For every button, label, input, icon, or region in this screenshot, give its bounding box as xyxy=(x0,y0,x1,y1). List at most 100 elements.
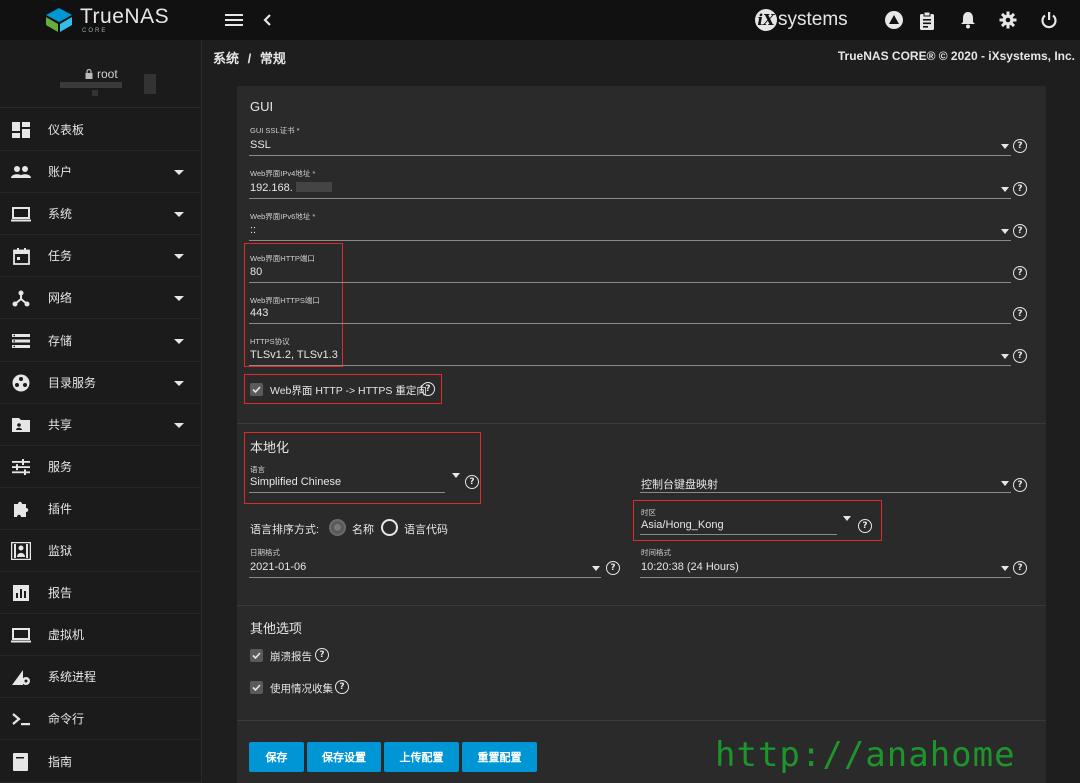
ipv4-select[interactable]: 192.168. xyxy=(250,182,293,194)
sidebar-item-6[interactable]: 存储 xyxy=(0,320,202,362)
power-icon xyxy=(1041,12,1057,29)
help-icon[interactable]: ? xyxy=(465,475,479,489)
redirect-checkbox[interactable] xyxy=(250,383,263,396)
menu-toggle-button[interactable] xyxy=(222,8,246,32)
chevron-left-icon xyxy=(263,14,271,26)
gear-icon xyxy=(999,11,1017,29)
help-icon[interactable]: ? xyxy=(1013,139,1027,153)
dashboard-icon xyxy=(11,121,31,139)
help-icon[interactable]: ? xyxy=(1013,561,1027,575)
settings-button[interactable] xyxy=(996,8,1020,32)
date-format-select[interactable]: 2021-01-06 xyxy=(250,561,306,573)
task-manager-button[interactable] xyxy=(915,8,939,32)
sidebar-item-5[interactable]: 网络 xyxy=(0,277,202,320)
ssl-cert-label: GUI SSL证书 * xyxy=(250,126,300,135)
sidebar-item-7[interactable]: 目录服务 xyxy=(0,362,202,404)
help-icon[interactable]: ? xyxy=(1013,349,1027,363)
timezone-select[interactable]: Asia/Hong_Kong xyxy=(641,519,724,531)
chevron-down-icon[interactable] xyxy=(1001,354,1009,359)
user-info[interactable]: root xyxy=(85,67,118,81)
sidebar-item-13[interactable]: 虚拟机 xyxy=(0,614,202,657)
breadcrumb-root[interactable]: 系统 xyxy=(213,51,239,66)
chevron-down-icon[interactable] xyxy=(452,473,460,478)
expand-arrow-icon[interactable] xyxy=(174,380,184,386)
language-underline xyxy=(249,492,445,493)
sidebar-item-label: 存储 xyxy=(48,333,73,348)
notifications-button[interactable] xyxy=(956,8,980,32)
expand-arrow-icon[interactable] xyxy=(174,254,184,260)
crash-report-checkbox[interactable] xyxy=(250,649,263,662)
puzzle-icon xyxy=(11,500,31,518)
date-format-label: 日期格式 xyxy=(250,548,280,557)
sidebar-item-15[interactable]: 命令行 xyxy=(0,698,202,741)
https-protocol-select[interactable]: TLSv1.2, TLSv1.3 xyxy=(250,349,338,361)
expand-arrow-icon[interactable] xyxy=(174,338,184,344)
help-icon[interactable]: ? xyxy=(1013,182,1027,196)
chevron-down-icon[interactable] xyxy=(1001,187,1009,192)
chevron-down-icon[interactable] xyxy=(1001,144,1009,149)
sidebar-item-label: 服务 xyxy=(48,459,73,474)
help-icon[interactable]: ? xyxy=(1013,224,1027,238)
time-format-select[interactable]: 10:20:38 (24 Hours) xyxy=(641,561,739,573)
sidebar-item-9[interactable]: 服务 xyxy=(0,446,202,488)
ixsystems-logo-text: systems xyxy=(778,9,848,30)
sidebar-item-label: 目录服务 xyxy=(48,375,97,390)
save-button[interactable]: 保存 xyxy=(249,742,304,772)
sort-order-label: 语言排序方式: xyxy=(250,524,320,536)
chevron-down-icon[interactable] xyxy=(1001,229,1009,234)
expand-arrow-icon[interactable] xyxy=(174,212,184,218)
sidebar-item-label: 网络 xyxy=(48,291,73,306)
jail-icon xyxy=(11,542,31,560)
section-divider xyxy=(237,423,1046,424)
help-icon[interactable]: ? xyxy=(335,680,349,694)
sidebar-item-10[interactable]: 插件 xyxy=(0,488,202,530)
expand-arrow-icon[interactable] xyxy=(174,296,184,302)
chevron-down-icon[interactable] xyxy=(1001,481,1009,486)
sidebar-item-8[interactable]: 共享 xyxy=(0,404,202,446)
usage-collection-checkbox[interactable] xyxy=(250,681,263,694)
ssl-cert-select[interactable]: SSL xyxy=(250,139,271,151)
help-icon[interactable]: ? xyxy=(606,561,620,575)
sidebar-item-label: 虚拟机 xyxy=(48,628,85,643)
expand-arrow-icon[interactable] xyxy=(174,170,184,176)
help-icon[interactable]: ? xyxy=(315,648,329,662)
sidebar-item-4[interactable]: 任务 xyxy=(0,235,202,278)
clipboard-icon xyxy=(920,11,934,30)
help-icon[interactable]: ? xyxy=(1013,307,1027,321)
reset-config-button[interactable]: 重置配置 xyxy=(462,742,537,772)
sidebar-item-1[interactable]: 仪表板 xyxy=(0,109,202,151)
lock-icon xyxy=(85,69,93,79)
radio-sort-name[interactable] xyxy=(329,519,346,536)
ipv6-select[interactable]: :: xyxy=(250,224,256,236)
upload-config-button[interactable]: 上传配置 xyxy=(384,742,459,772)
console-keymap-placeholder[interactable]: 控制台键盘映射 xyxy=(641,476,718,492)
collapse-sidebar-button[interactable] xyxy=(255,8,279,32)
help-icon[interactable]: ? xyxy=(1013,478,1027,492)
truenas-logo[interactable]: TrueNAS CORE xyxy=(44,5,169,35)
help-icon[interactable]: ? xyxy=(421,382,435,396)
directory-icon xyxy=(11,374,31,392)
chevron-down-icon[interactable] xyxy=(843,516,851,521)
expand-arrow-icon[interactable] xyxy=(174,422,184,428)
help-icon[interactable]: ? xyxy=(1013,266,1027,280)
chevron-down-icon[interactable] xyxy=(592,566,600,571)
sidebar-item-3[interactable]: 系统 xyxy=(0,193,202,236)
sidebar-item-11[interactable]: 监狱 xyxy=(0,530,202,572)
sidebar-item-16[interactable]: 指南 xyxy=(0,741,202,783)
truecommand-button[interactable] xyxy=(882,8,906,32)
http-port-input[interactable]: 80 xyxy=(250,266,262,278)
laptop-icon xyxy=(11,626,31,644)
sidebar-item-12[interactable]: 报告 xyxy=(0,572,202,615)
ixsystems-logo[interactable]: iX systems xyxy=(755,8,848,32)
power-button[interactable] xyxy=(1037,8,1061,32)
folder-share-icon xyxy=(11,416,31,434)
sidebar-item-14[interactable]: 系统进程 xyxy=(0,656,202,699)
radio-sort-code[interactable] xyxy=(381,519,398,536)
chevron-down-icon[interactable] xyxy=(1001,566,1009,571)
save-config-button[interactable]: 保存设置 xyxy=(307,742,381,772)
tune-icon xyxy=(11,458,31,476)
help-icon[interactable]: ? xyxy=(858,519,872,533)
sidebar-item-2[interactable]: 账户 xyxy=(0,151,202,194)
language-select[interactable]: Simplified Chinese xyxy=(250,476,341,488)
https-port-input[interactable]: 443 xyxy=(250,307,268,319)
